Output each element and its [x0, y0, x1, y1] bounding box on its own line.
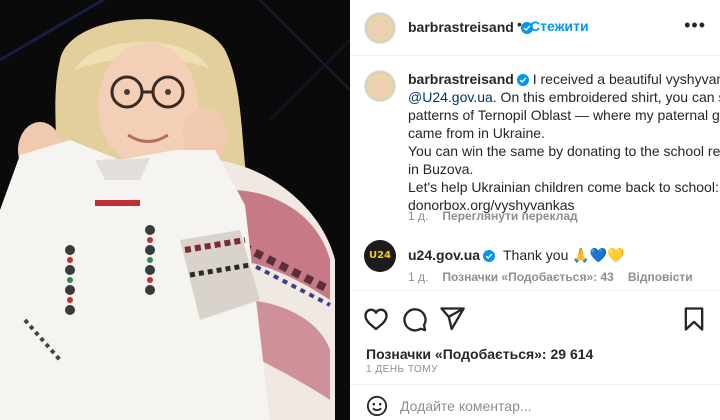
reply-username[interactable]: u24.gov.ua: [408, 247, 480, 263]
caption-line-6: in Buzova.: [408, 161, 474, 177]
post-header: barbrastreisand • Стежити •••: [350, 0, 720, 56]
comment-composer: [350, 384, 720, 420]
reply-text: Thank you 🙏💙💛: [502, 247, 625, 263]
post-time: 1 ДЕНЬ ТОМУ: [366, 364, 438, 375]
author-avatar[interactable]: [364, 12, 396, 44]
follow-button[interactable]: Стежити: [530, 18, 589, 34]
action-bar: [350, 290, 720, 346]
emoji-icon[interactable]: [366, 395, 388, 417]
reply-comment: u24.gov.ua Thank you 🙏💙💛: [408, 246, 720, 264]
caption-avatar[interactable]: [364, 70, 396, 102]
reply-avatar[interactable]: U24: [364, 240, 396, 272]
heart-icon[interactable]: [362, 305, 390, 333]
caption-username[interactable]: barbrastreisand: [408, 71, 514, 87]
reply-age[interactable]: 1 д.: [408, 270, 428, 284]
caption-line-4: came from in Ukraine.: [408, 125, 545, 141]
post-sidebar: barbrastreisand • Стежити ••• barbrastre…: [350, 0, 720, 420]
comment-input[interactable]: [400, 395, 700, 417]
caption-meta: 1 д. Переглянути переклад: [408, 209, 578, 223]
verified-icon: [483, 250, 496, 262]
more-icon[interactable]: •••: [684, 15, 706, 36]
caption-line-2: @U24.gov.ua. On this embroidered shirt, …: [408, 89, 720, 105]
comments-section: barbrastreisand I received a beautiful v…: [350, 56, 720, 288]
caption-line-3: patterns of Ternopil Oblast — where my p…: [408, 107, 720, 123]
comment-icon[interactable]: [400, 305, 428, 333]
verified-icon: [516, 74, 529, 86]
caption-line-5: You can win the same by donating to the …: [408, 143, 720, 159]
post-photo[interactable]: [0, 0, 350, 420]
share-icon[interactable]: [438, 305, 466, 333]
reply-meta: 1 д. Позначки «Подобається»: 43 Відповісти: [408, 270, 693, 284]
reply-button[interactable]: Відповісти: [628, 270, 693, 284]
reply-likes[interactable]: Позначки «Подобається»: 43: [442, 270, 613, 284]
bookmark-icon[interactable]: [680, 305, 708, 333]
likes-count[interactable]: Позначки «Подобається»: 29 614: [366, 346, 593, 362]
caption: barbrastreisand I received a beautiful v…: [408, 70, 720, 214]
mention-link[interactable]: @U24.gov.ua: [408, 89, 493, 105]
caption-line-7: Let's help Ukrainian children come back …: [408, 179, 719, 195]
separator-dot: •: [517, 16, 522, 32]
caption-line-1: barbrastreisand I received a beautiful v…: [408, 71, 720, 87]
caption-age[interactable]: 1 д.: [408, 209, 428, 223]
author-username[interactable]: barbrastreisand: [408, 19, 533, 35]
post-image: [0, 0, 350, 420]
translate-button[interactable]: Переглянути переклад: [442, 209, 577, 223]
